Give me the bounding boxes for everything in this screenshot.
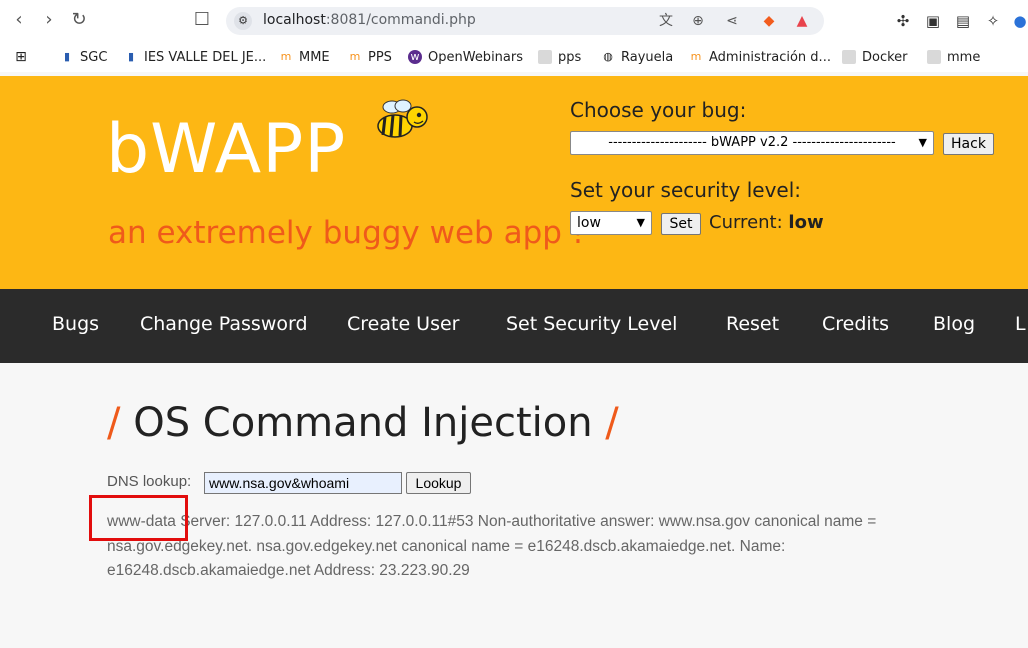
bookmark-mme[interactable]: m MME: [279, 48, 330, 66]
url-text[interactable]: localhost:8081/commandi.php: [263, 12, 476, 28]
menu-reset[interactable]: Reset: [726, 313, 779, 335]
bug-select[interactable]: --------------------- bWAPP v2.2 -------…: [570, 131, 934, 155]
menu-change-password[interactable]: Change Password: [140, 313, 308, 335]
site-tagline: an extremely buggy web app !: [108, 215, 585, 251]
set-security-button[interactable]: Set: [661, 213, 701, 235]
current-security-label: Current:: [709, 212, 783, 233]
current-security: Current: low: [709, 212, 824, 233]
page-title-text: OS Command Injection: [133, 400, 593, 446]
command-output: www-data Server: 127.0.0.11 Address: 127…: [107, 513, 877, 579]
sidebar-icon[interactable]: ▣: [923, 11, 943, 31]
menu-credits[interactable]: Credits: [822, 313, 889, 335]
bookmark-openwebinars[interactable]: w OpenWebinars: [408, 48, 523, 66]
site-logo[interactable]: bWAPP: [106, 110, 346, 189]
bookmarks-bar: ⊞ ▮ SGC ▮ IES VALLE DEL JE... m MME m PPS wO…: [0, 42, 1028, 72]
folder-icon: [842, 50, 856, 64]
leo-ai-icon[interactable]: ✧: [983, 11, 1003, 31]
translate-icon[interactable]: 文: [656, 11, 676, 31]
folder-icon: [538, 50, 552, 64]
menu-create-user[interactable]: Create User: [347, 313, 459, 335]
folder-icon: [927, 50, 941, 64]
globe-icon: ◍: [603, 50, 613, 63]
main-menu: Bugs Change Password Create User Set Sec…: [0, 289, 1028, 363]
lookup-button[interactable]: Lookup: [406, 472, 471, 494]
site-info-icon[interactable]: ⚙: [234, 12, 252, 30]
wallet-icon[interactable]: ▤: [953, 11, 973, 31]
bookmark-icon[interactable]: ☐: [191, 9, 213, 31]
title-slash: /: [107, 400, 121, 446]
brave-shield-icon[interactable]: ◆: [759, 11, 779, 31]
ies-icon: ▮: [127, 50, 135, 63]
bookmark-pps[interactable]: m PPS: [348, 48, 392, 66]
choose-bug-label: Choose your bug:: [570, 98, 747, 122]
moodle-icon: m: [690, 50, 702, 63]
chevron-down-icon: ▼: [918, 136, 927, 149]
bookmark-docker[interactable]: Docker: [842, 48, 908, 66]
apps-icon[interactable]: ⊞: [14, 48, 28, 66]
dns-lookup-label: DNS lookup:: [107, 473, 192, 490]
page-title: / OS Command Injection /: [107, 400, 619, 446]
security-select-value: low: [577, 215, 601, 231]
address-bar[interactable]: ⚙ localhost:8081/commandi.php 文 ⊕ ⋖ ◆ ▲: [226, 7, 824, 35]
bookmark-pps-folder[interactable]: pps: [538, 48, 581, 66]
menu-logout[interactable]: L: [1015, 313, 1026, 335]
moodle-icon: m: [349, 50, 361, 63]
bug-select-value: --------------------- bWAPP v2.2 -------…: [608, 135, 896, 150]
browser-toolbar: ‹ › ↻ ☐ ⚙ localhost:8081/commandi.php 文 …: [0, 0, 1028, 42]
highlight-annotation: [89, 495, 188, 541]
reload-icon[interactable]: ↻: [68, 9, 90, 31]
back-icon[interactable]: ‹: [8, 9, 30, 31]
moodle-icon: m: [280, 50, 292, 63]
openwebinars-icon: w: [408, 50, 422, 64]
bookmark-administracion[interactable]: m Administración d...: [689, 48, 831, 66]
dns-lookup-input[interactable]: www.nsa.gov&whoami: [204, 472, 402, 494]
brave-rewards-icon[interactable]: ▲: [792, 11, 812, 31]
extensions-icon[interactable]: ✣: [893, 11, 913, 31]
bee-icon: [377, 99, 428, 138]
security-level-select[interactable]: low ▼: [570, 211, 652, 235]
bookmark-mme-folder[interactable]: mme: [927, 48, 980, 66]
hack-button[interactable]: Hack: [943, 133, 994, 155]
security-level-label: Set your security level:: [570, 178, 802, 202]
bookmark-rayuela[interactable]: ◍ Rayuela: [601, 48, 673, 66]
sgc-icon: ▮: [63, 50, 71, 63]
menu-bugs[interactable]: Bugs: [52, 313, 99, 335]
forward-icon[interactable]: ›: [38, 9, 60, 31]
menu-set-security-level[interactable]: Set Security Level: [506, 313, 677, 335]
bookmark-ies[interactable]: ▮ IES VALLE DEL JE...: [124, 48, 266, 66]
current-security-value: low: [788, 212, 824, 233]
title-slash: /: [605, 400, 619, 446]
profile-icon[interactable]: ●: [1010, 11, 1028, 31]
share-icon[interactable]: ⋖: [722, 11, 742, 31]
menu-blog[interactable]: Blog: [933, 313, 975, 335]
bookmark-sgc[interactable]: ▮ SGC: [60, 48, 107, 66]
chevron-down-icon: ▼: [636, 216, 645, 229]
zoom-icon[interactable]: ⊕: [688, 11, 708, 31]
